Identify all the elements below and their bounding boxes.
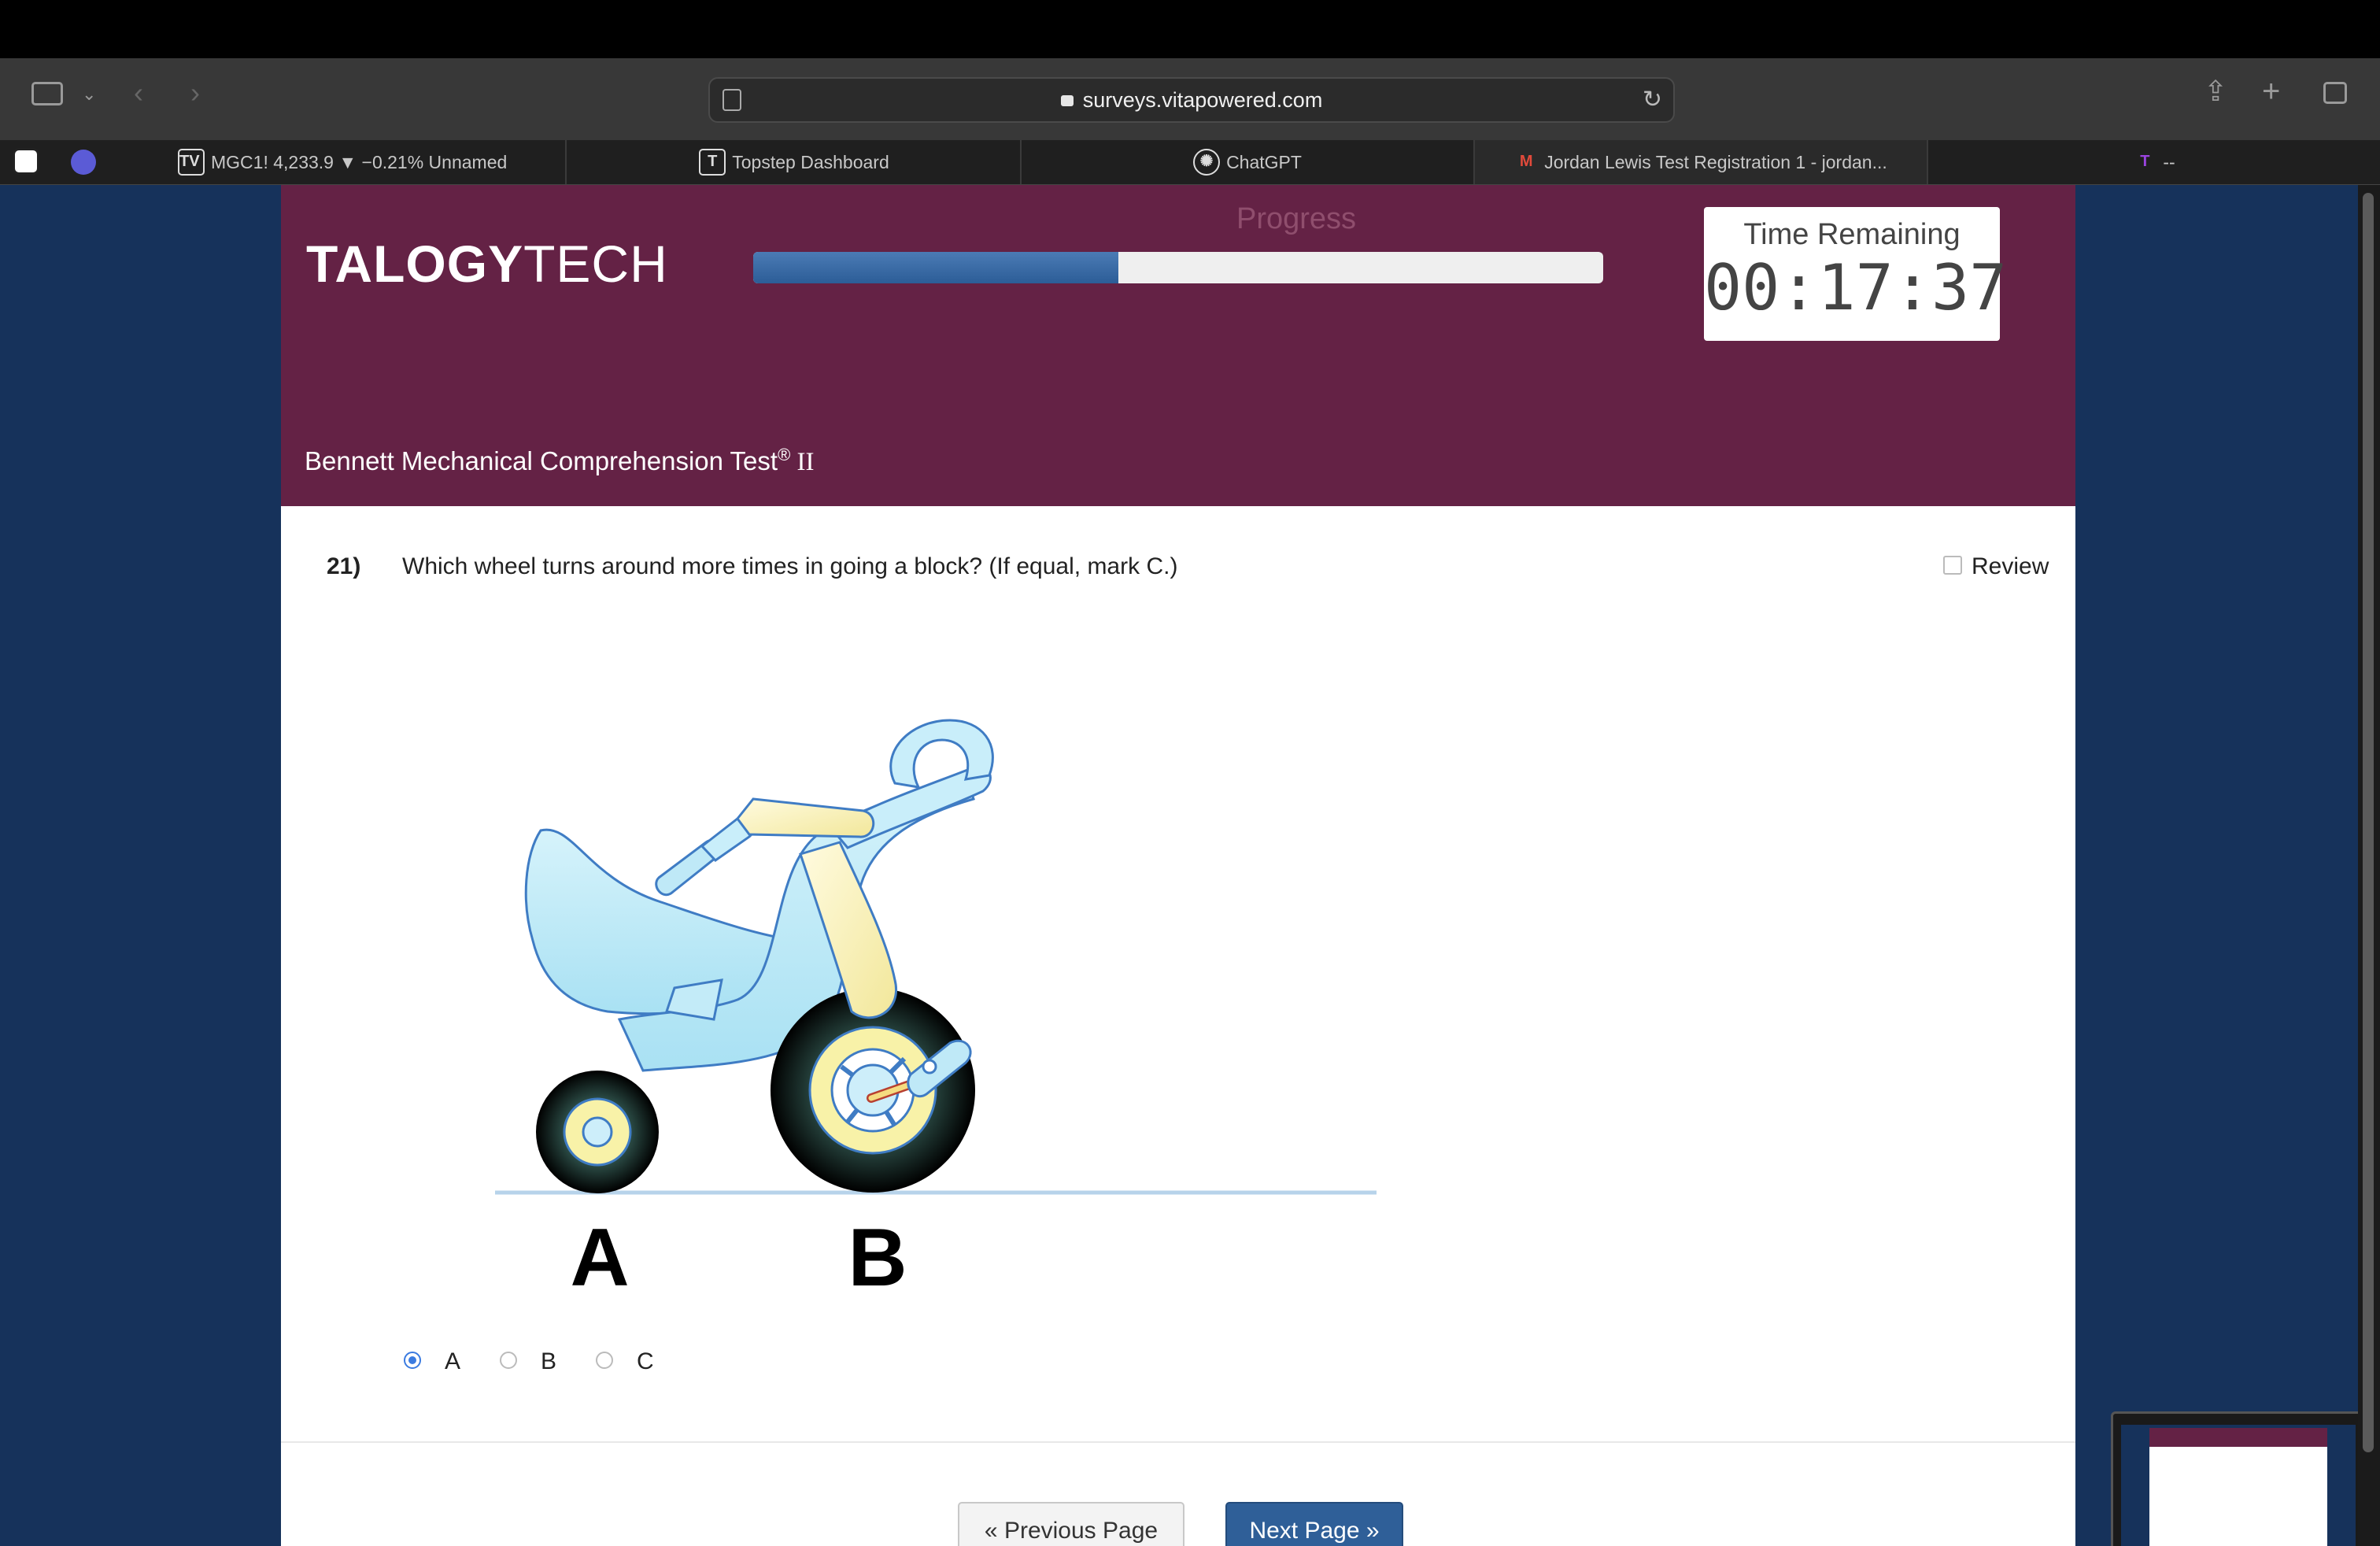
- label-a: A: [570, 1212, 629, 1304]
- wheel-a-hub: [582, 1116, 613, 1148]
- pip-card: [2149, 1428, 2327, 1546]
- divider: [281, 1441, 2075, 1443]
- tab-gmail[interactable]: M Jordan Lewis Test Registration 1 - jord…: [1475, 140, 1928, 184]
- question-text: Which wheel turns around more times in g…: [402, 553, 1178, 579]
- gmail-icon: M: [1519, 152, 1533, 170]
- timer-label: Time Remaining: [1743, 218, 1961, 251]
- browser-toolbar: ⌄ ‹ › surveys.vitapowered.com ↻ ⇪ +: [0, 58, 2380, 140]
- t-icon: T: [2140, 152, 2150, 170]
- share-icon[interactable]: ⇪: [2204, 76, 2227, 107]
- address-bar[interactable]: surveys.vitapowered.com ↻: [708, 77, 1675, 123]
- radio-a[interactable]: [404, 1352, 421, 1370]
- pip-banner: [2149, 1428, 2327, 1447]
- survey-card: TALOGYTECH Progress Time Remaining 00:17…: [281, 185, 2075, 1546]
- header-banner: TALOGYTECH Progress Time Remaining 00:17…: [281, 185, 2075, 506]
- review-checkbox[interactable]: Review: [1943, 553, 2049, 580]
- option-a[interactable]: A: [404, 1348, 460, 1375]
- test-title: Bennett Mechanical Comprehension Test® I…: [305, 445, 815, 476]
- new-tab-icon[interactable]: +: [2262, 76, 2280, 107]
- timer-box: Time Remaining 00:17:37: [1704, 207, 2008, 341]
- tab-label: Topstep Dashboard: [732, 152, 889, 172]
- url-text: surveys.vitapowered.com: [1082, 88, 1323, 112]
- picture-in-picture-thumbnail[interactable]: [2111, 1411, 2358, 1546]
- chatgpt-icon: ✺: [1193, 148, 1221, 176]
- chevron-down-icon[interactable]: ⌄: [82, 79, 96, 110]
- pip-screen: [2121, 1425, 2356, 1546]
- back-icon[interactable]: ‹: [134, 77, 143, 109]
- question-number: 21): [327, 553, 361, 579]
- previous-page-button[interactable]: « Previous Page: [958, 1502, 1184, 1546]
- handle-top: [736, 797, 875, 838]
- tab-overview-icon[interactable]: [2323, 82, 2347, 104]
- reload-icon[interactable]: ↻: [1643, 79, 1662, 121]
- progress-fill: [753, 252, 1119, 283]
- scroll-thumb[interactable]: [2363, 193, 2374, 1452]
- tab-chatgpt[interactable]: ✺ ChatGPT: [1022, 140, 1475, 184]
- tab-bar: TV MGC1! 4,233.9 ▼ −0.21% Unnamed T Topste…: [0, 140, 2380, 185]
- handlebar: [889, 719, 994, 789]
- notion-icon[interactable]: [13, 148, 39, 175]
- tab-t[interactable]: T --: [1928, 140, 2380, 184]
- tab-tradingview[interactable]: TV MGC1! 4,233.9 ▼ −0.21% Unnamed: [115, 140, 567, 184]
- scrollbar[interactable]: [2358, 185, 2380, 1546]
- talogy-logo: TALOGYTECH: [306, 235, 668, 293]
- forward-icon[interactable]: ›: [190, 77, 200, 109]
- sidebar-toggle-icon[interactable]: [31, 82, 63, 105]
- next-page-button[interactable]: Next Page »: [1225, 1502, 1403, 1546]
- tab-label: ChatGPT: [1226, 152, 1302, 172]
- dollar-icon[interactable]: [71, 150, 96, 175]
- label-b: B: [848, 1212, 907, 1304]
- tab-label: --: [2163, 152, 2175, 172]
- progress-bar: [753, 252, 1603, 283]
- lock-icon: [1060, 95, 1074, 106]
- topstep-icon: T: [699, 148, 726, 176]
- motorcycle-figure: A B: [495, 719, 1377, 1304]
- page-viewport: TALOGYTECH Progress Time Remaining 00:17…: [0, 185, 2358, 1546]
- timer-value: 00:17:37: [1704, 251, 2008, 324]
- reader-icon[interactable]: [722, 89, 741, 111]
- tab-topstep[interactable]: T Topstep Dashboard: [568, 140, 1022, 184]
- radio-b[interactable]: [500, 1352, 517, 1370]
- top-black-bar: [0, 0, 2380, 58]
- option-c[interactable]: C: [596, 1348, 654, 1375]
- progress-label: Progress: [1236, 202, 1357, 235]
- tab-label: MGC1! 4,233.9 ▼ −0.21% Unnamed: [211, 152, 508, 172]
- tradingview-icon: TV: [178, 148, 205, 176]
- option-b[interactable]: B: [500, 1348, 556, 1375]
- checkbox-icon[interactable]: [1943, 556, 1962, 575]
- radio-c[interactable]: [596, 1352, 613, 1370]
- tab-label: Jordan Lewis Test Registration 1 - jorda…: [1544, 152, 1887, 172]
